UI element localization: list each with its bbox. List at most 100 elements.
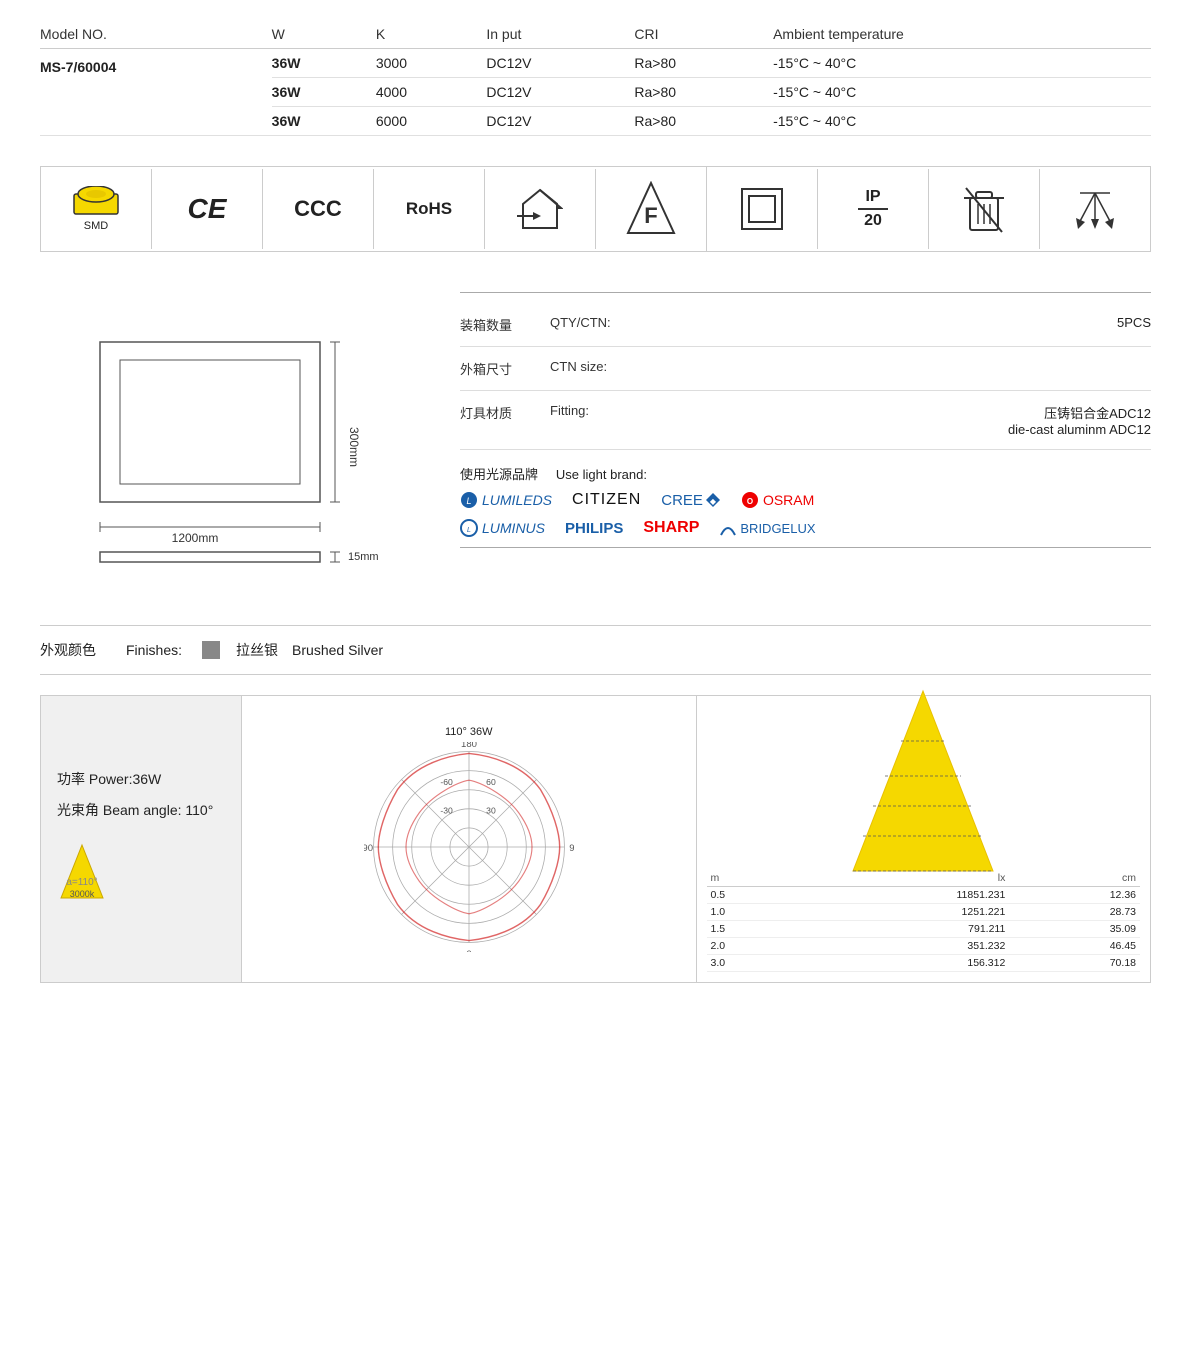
brand-en: Use light brand: — [556, 467, 647, 482]
cert-ce: CE — [152, 169, 263, 249]
brand-philips: PHILIPS — [565, 520, 623, 537]
power-label: 功率 Power:36W — [57, 767, 225, 792]
temp-cell: -15°C ~ 40°C — [773, 49, 1151, 78]
cert-rohs: RoHS — [374, 169, 485, 249]
svg-text:L: L — [466, 496, 471, 506]
qty-value: 5PCS — [670, 315, 1151, 330]
lux-row: 2.0 351.232 46.45 — [707, 938, 1141, 955]
table-row: MS-7/60004 36W 3000 DC12V Ra>80 -15°C ~ … — [40, 49, 1151, 78]
svg-text:1200mm: 1200mm — [172, 531, 219, 545]
fitting-cn: 灯具材质 — [460, 403, 550, 422]
chart-title: 110° 36W — [445, 726, 493, 738]
svg-text:180: 180 — [461, 742, 477, 750]
cri-cell: Ra>80 — [634, 49, 773, 78]
lux-row: 1.0 1251.221 28.73 — [707, 904, 1141, 921]
brand-cree: CREE ◆ — [661, 492, 721, 509]
model-cell: MS-7/60004 — [40, 49, 272, 136]
qty-en: QTY/CTN: — [550, 315, 670, 330]
cert-recycle-in — [485, 169, 596, 249]
power-info: 功率 Power:36W 光束角 Beam angle: 110° a=110°… — [41, 696, 241, 982]
cert-ip20: IP 20 — [818, 169, 929, 249]
svg-text:0: 0 — [466, 949, 471, 952]
brand-bridgelux: BRIDGELUX — [719, 519, 815, 537]
svg-text:90: 90 — [569, 843, 574, 854]
k-cell: 4000 — [376, 78, 487, 107]
finish-value-en: Brushed Silver — [292, 642, 383, 658]
w-cell: 36W — [272, 78, 376, 107]
col-temp: Ambient temperature — [773, 20, 1151, 49]
lux-row: 1.5 791.211 35.09 — [707, 921, 1141, 938]
brand-sharp: SHARP — [643, 519, 699, 537]
cert-smd: SMD — [41, 169, 152, 249]
svg-text:a=110°: a=110° — [66, 877, 97, 888]
qty-cn: 装箱数量 — [460, 315, 550, 334]
finish-value-cn: 拉丝银 — [236, 640, 278, 660]
temp-cell: -15°C ~ 40°C — [773, 107, 1151, 136]
cert-class2 — [707, 169, 818, 249]
specs-table: Model NO. W K In put CRI Ambient tempera… — [40, 20, 1151, 136]
cert-ccc: CCC — [263, 169, 374, 249]
beam-label: 光束角 Beam angle: 110° — [57, 798, 225, 823]
fitting-en: Fitting: — [550, 403, 670, 418]
svg-text:-30: -30 — [440, 806, 453, 816]
svg-text:-60: -60 — [440, 777, 453, 787]
product-specs-right: 装箱数量 QTY/CTN: 5PCS 外箱尺寸 CTN size: 灯具材质 F… — [460, 292, 1151, 595]
cert-light-spread — [1040, 169, 1150, 249]
svg-text:L: L — [467, 527, 471, 534]
cri-cell: Ra>80 — [634, 107, 773, 136]
bulb-icon: a=110° 3000k — [57, 843, 225, 911]
brand-lumileds: L LUMILEDS — [460, 491, 552, 509]
color-swatch — [202, 641, 220, 659]
k-cell: 6000 — [376, 107, 487, 136]
col-input: In put — [486, 20, 634, 49]
brands-row-1: L LUMILEDS CITIZEN CREE ◆ O OSRAM — [460, 491, 1151, 509]
brand-cn: 使用光源品牌 — [460, 467, 538, 482]
svg-text:-90: -90 — [364, 843, 373, 854]
dimension-diagram: 300mm 1200mm 15mm — [40, 292, 420, 595]
svg-text:O: O — [747, 497, 753, 506]
input-cell: DC12V — [486, 107, 634, 136]
svg-text:F: F — [644, 203, 657, 228]
lux-row: 0.5 11851.231 12.36 — [707, 887, 1141, 904]
spec-qty-row: 装箱数量 QTY/CTN: 5PCS — [460, 303, 1151, 347]
input-cell: DC12V — [486, 78, 634, 107]
cert-weee — [929, 169, 1040, 249]
brand-luminus: L LUMINUS — [460, 519, 545, 537]
middle-section: 300mm 1200mm 15mm 装箱数量 QTY/CTN: 5PCS 外箱尺… — [40, 292, 1151, 595]
col-cri: CRI — [634, 20, 773, 49]
spec-fitting-row: 灯具材质 Fitting: 压铸铝合金ADC12 die-cast alumin… — [460, 391, 1151, 450]
col-model: Model NO. — [40, 20, 272, 49]
lux-row: 3.0 156.312 70.18 — [707, 955, 1141, 972]
svg-text:3000k: 3000k — [70, 889, 95, 899]
brands-row-2: L LUMINUS PHILIPS SHARP BRIDGELUX — [460, 519, 1151, 537]
svg-text:30: 30 — [486, 806, 496, 816]
svg-text:300mm: 300mm — [347, 427, 361, 467]
polar-chart-svg: 180 90 -90 0 -60 60 -30 30 — [364, 742, 574, 952]
fitting-value: 压铸铝合金ADC12 die-cast aluminm ADC12 — [670, 403, 1151, 437]
power-section: 功率 Power:36W 光束角 Beam angle: 110° a=110°… — [40, 695, 1151, 983]
smd-label: SMD — [84, 220, 108, 232]
cert-flammability: F — [596, 167, 707, 251]
col-k: K — [376, 20, 487, 49]
spec-ctn-row: 外箱尺寸 CTN size: — [460, 347, 1151, 391]
ctn-en: CTN size: — [550, 359, 670, 374]
finish-label-en: Finishes: — [126, 642, 182, 658]
finish-section: 外观颜色 Finishes: 拉丝银 Brushed Silver — [40, 625, 1151, 675]
brand-citizen: CITIZEN — [572, 491, 641, 509]
cri-cell: Ra>80 — [634, 78, 773, 107]
w-cell: 36W — [272, 49, 376, 78]
finish-label-cn: 外观颜色 — [40, 640, 96, 660]
lux-data: m lx cm 0.5 11851.231 12.36 1.0 1251.221… — [697, 696, 1151, 982]
dimension-svg: 300mm 1200mm 15mm — [40, 312, 400, 572]
polar-diagram: 110° 36W 180 90 -90 0 -60 60 -30 30 — [241, 696, 697, 982]
col-w: W — [272, 20, 376, 49]
svg-text:15mm: 15mm — [348, 551, 379, 563]
ctn-cn: 外箱尺寸 — [460, 359, 550, 378]
beam-triangle — [707, 706, 1141, 866]
brand-label-row: 使用光源品牌 Use light brand: — [460, 450, 1151, 491]
w-cell: 36W — [272, 107, 376, 136]
svg-text:◆: ◆ — [710, 497, 717, 506]
certification-row: SMD CE CCC RoHS F — [40, 166, 1151, 252]
svg-text:60: 60 — [486, 777, 496, 787]
k-cell: 3000 — [376, 49, 487, 78]
